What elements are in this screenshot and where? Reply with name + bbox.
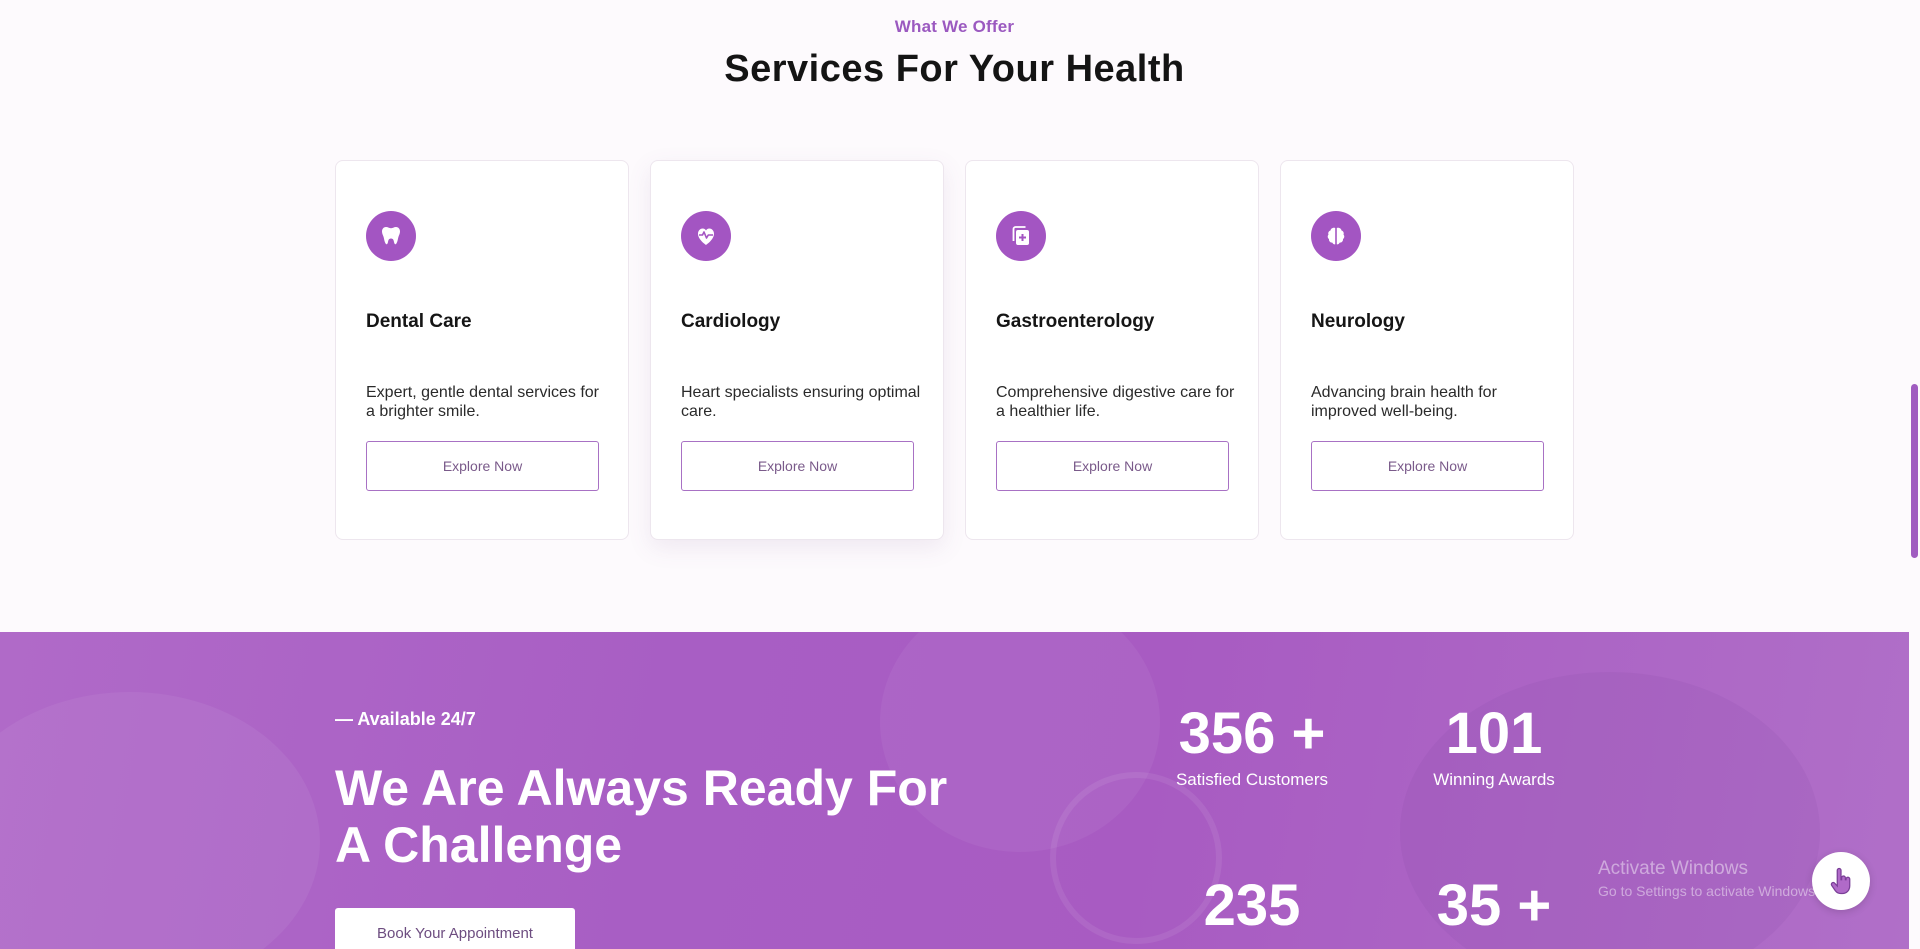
stat-third: 235	[1132, 874, 1372, 938]
medical-file-icon	[996, 211, 1046, 261]
card-description: Expert, gentle dental services for a bri…	[366, 384, 600, 420]
card-title: Dental Care	[366, 311, 472, 332]
service-card-cardiology: Cardiology Heart specialists ensuring op…	[650, 160, 944, 540]
card-description: Heart specialists ensuring optimal care.	[681, 384, 921, 420]
explore-now-button[interactable]: Explore Now	[681, 441, 914, 491]
section-title: Services For Your Health	[724, 48, 1185, 90]
book-appointment-button[interactable]: Book Your Appointment	[335, 908, 575, 949]
stat-label: Winning Awards	[1433, 770, 1555, 789]
explore-now-button[interactable]: Explore Now	[366, 441, 599, 491]
pointing-hand-icon	[1830, 867, 1851, 895]
stat-number: 35 +	[1436, 873, 1552, 938]
banner-headline: We Are Always Ready For A Challenge	[335, 760, 948, 873]
background-shape	[0, 692, 320, 949]
section-eyebrow: What We Offer	[894, 17, 1015, 36]
explore-now-button[interactable]: Explore Now	[1311, 441, 1544, 491]
service-card-gastroenterology: Gastroenterology Comprehensive digestive…	[965, 160, 1259, 540]
service-card-dental: Dental Care Expert, gentle dental servic…	[335, 160, 629, 540]
heartbeat-icon	[681, 211, 731, 261]
card-description: Comprehensive digestive care for a healt…	[996, 384, 1235, 420]
service-card-neurology: Neurology Advancing brain health for imp…	[1280, 160, 1574, 540]
availability-banner: — Available 24/7 We Are Always Ready For…	[0, 632, 1909, 949]
card-description: Advancing brain health for improved well…	[1311, 384, 1497, 420]
explore-now-button[interactable]: Explore Now	[996, 441, 1229, 491]
brain-icon	[1311, 211, 1361, 261]
card-title: Cardiology	[681, 311, 781, 332]
stat-number: 101	[1445, 701, 1543, 766]
services-section: What We Offer Services For Your Health D…	[0, 0, 1909, 632]
stat-satisfied-customers: 356 + Satisfied Customers	[1132, 702, 1372, 790]
tooth-icon	[366, 211, 416, 261]
card-title: Neurology	[1311, 311, 1405, 332]
stat-number: 235	[1203, 873, 1301, 938]
availability-tag: — Available 24/7	[335, 709, 476, 729]
stat-number: 356 +	[1178, 701, 1326, 766]
stat-winning-awards: 101 Winning Awards	[1374, 702, 1614, 790]
stat-label: Satisfied Customers	[1175, 770, 1329, 789]
stat-fourth: 35 +	[1374, 874, 1614, 938]
scrollbar-thumb[interactable]	[1911, 384, 1918, 558]
accessibility-hand-button[interactable]	[1812, 852, 1870, 910]
card-title: Gastroenterology	[996, 311, 1155, 332]
